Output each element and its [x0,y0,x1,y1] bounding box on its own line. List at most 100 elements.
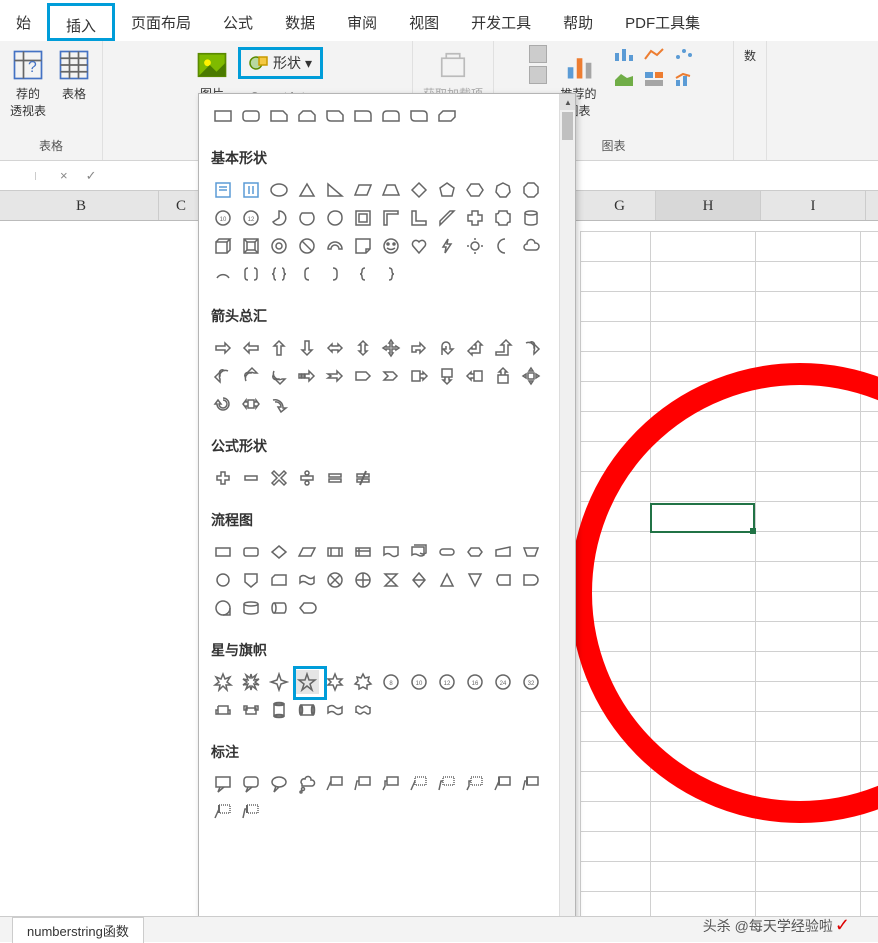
shape-dodecagon[interactable]: 12 [239,206,263,230]
shape-arrow-curved-left[interactable] [211,364,235,388]
shape-fc-internal[interactable] [351,540,375,564]
shape-oval[interactable] [267,178,291,202]
shape-arrow-left[interactable] [239,336,263,360]
shape-fc-predefined[interactable] [323,540,347,564]
shape-minus[interactable] [239,466,263,490]
shape-callout-line1[interactable] [323,772,347,796]
shape-star6[interactable] [323,670,347,694]
shape-fc-extract[interactable] [435,568,459,592]
shape-chord[interactable] [295,206,319,230]
shape-callout-border3[interactable] [211,800,235,824]
shape-octagon[interactable] [519,178,543,202]
scroll-thumb[interactable] [562,112,573,140]
shape-fc-card[interactable] [267,568,291,592]
shape-fc-multidoc[interactable] [407,540,431,564]
shape-arrow-curved2[interactable] [267,392,291,416]
shape-fc-terminator[interactable] [435,540,459,564]
shape-textbox[interactable] [211,178,235,202]
shape-left-brace[interactable] [351,262,375,286]
shape-arrow-curved-right[interactable] [519,336,543,360]
shape-fc-collate[interactable] [379,568,403,592]
shape-explosion1[interactable] [211,670,235,694]
shape-fc-display[interactable] [295,596,319,620]
shape-star7[interactable] [351,670,375,694]
shape-arrow-updown[interactable] [351,336,375,360]
shape-plaque[interactable] [491,206,515,230]
shape-cross[interactable] [463,206,487,230]
col-header-b[interactable]: B [4,191,159,220]
bing-icon[interactable] [529,45,547,63]
shape-arrow-bent[interactable] [407,336,431,360]
shape-can[interactable] [519,206,543,230]
shape-diamond[interactable] [407,178,431,202]
shape-arrow-right-callout[interactable] [407,364,431,388]
shape-callout-rect[interactable] [211,772,235,796]
shape-parallelogram[interactable] [351,178,375,202]
shape-snip-diag-rect[interactable] [435,104,459,128]
shape-arrow-bent-up[interactable] [491,336,515,360]
shape-arrow-right[interactable] [211,336,235,360]
shape-sun[interactable] [463,234,487,258]
shape-star16[interactable]: 16 [463,670,487,694]
shape-callout-accent2[interactable] [435,772,459,796]
shape-arrow-up[interactable] [267,336,291,360]
shape-horiz-scroll[interactable] [295,698,319,722]
shape-star4[interactable] [267,670,291,694]
shape-fc-summing[interactable] [323,568,347,592]
shape-callout-round-rect[interactable] [239,772,263,796]
table-button[interactable]: 表格 [54,45,94,104]
shape-fc-seq[interactable] [211,596,235,620]
shape-callout-line3[interactable] [379,772,403,796]
shape-callout-border1[interactable] [491,772,515,796]
shape-fc-magnetic[interactable] [239,596,263,620]
tab-page-layout[interactable]: 页面布局 [115,3,207,41]
shape-star5[interactable] [295,670,319,694]
shape-fc-offpage[interactable] [239,568,263,592]
shape-trapezoid[interactable] [379,178,403,202]
shape-fc-decision[interactable] [267,540,291,564]
shape-not-equal[interactable] [351,466,375,490]
shape-callout-oval[interactable] [267,772,291,796]
scatter-chart-icon[interactable] [673,45,699,66]
shape-arrow-pentagon[interactable] [351,364,375,388]
shape-cloud[interactable] [519,234,543,258]
shape-callout-line2[interactable] [351,772,375,796]
shape-hexagon[interactable] [463,178,487,202]
tab-insert[interactable]: 插入 [47,3,115,41]
people-icon[interactable] [529,66,547,84]
shape-right-triangle[interactable] [323,178,347,202]
shape-arrow-down-callout[interactable] [435,364,459,388]
shape-fc-document[interactable] [379,540,403,564]
shape-arrow-quad[interactable] [379,336,403,360]
line-chart-icon[interactable] [643,45,669,66]
name-box[interactable] [0,172,36,180]
shape-arrow-chevron[interactable] [379,364,403,388]
shape-arrow-uturn[interactable] [435,336,459,360]
shape-fc-process[interactable] [211,540,235,564]
shape-equal[interactable] [323,466,347,490]
shape-wave[interactable] [323,698,347,722]
col-header-i[interactable]: I [761,191,866,220]
shape-l-shape[interactable] [407,206,431,230]
shape-fc-stored[interactable] [491,568,515,592]
shape-callout-border2[interactable] [519,772,543,796]
shape-right-brace[interactable] [379,262,403,286]
shape-left-bracket[interactable] [295,262,319,286]
shape-round1-rect[interactable] [351,104,375,128]
shape-folded-corner[interactable] [351,234,375,258]
shape-half-frame[interactable] [379,206,403,230]
tab-formula[interactable]: 公式 [207,3,269,41]
bar-chart-icon[interactable] [613,45,639,66]
shape-star8[interactable]: 8 [379,670,403,694]
col-header-g[interactable]: G [584,191,656,220]
shape-explosion2[interactable] [239,670,263,694]
shape-arrow-notched[interactable] [323,364,347,388]
shape-pentagon[interactable] [435,178,459,202]
shape-star12[interactable]: 12 [435,670,459,694]
shape-triangle[interactable] [295,178,319,202]
shape-arrow-quad-callout[interactable] [519,364,543,388]
shape-snip2-rect[interactable] [295,104,319,128]
shape-arrow-left-up[interactable] [463,336,487,360]
shape-arrow-up-callout[interactable] [491,364,515,388]
tab-data[interactable]: 数据 [269,3,331,41]
